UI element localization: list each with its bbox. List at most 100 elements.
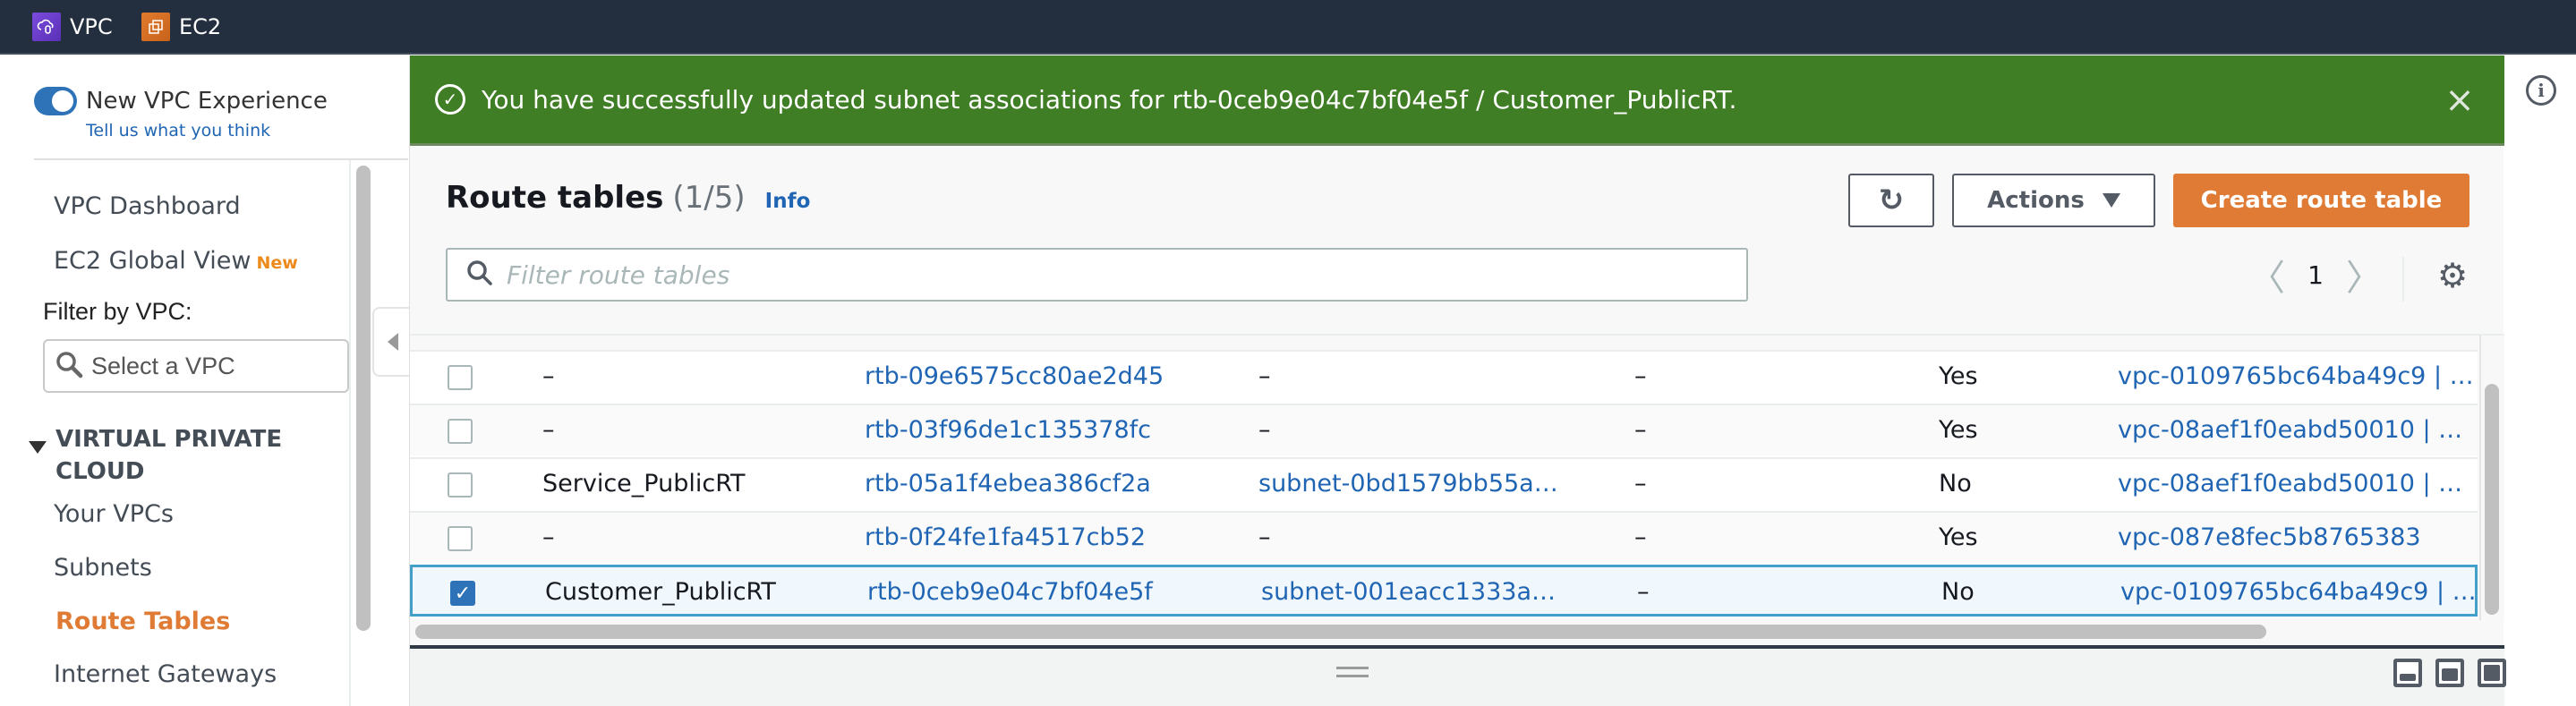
new-experience-toggle-row: New VPC Experience Tell us what you thin…: [34, 87, 328, 140]
row-checkbox[interactable]: ✓: [450, 581, 475, 606]
divider: [2402, 257, 2404, 302]
page-title: Route tables (1/5) Info: [446, 180, 810, 216]
cell-explicit-subnet[interactable]: subnet-0bd1579bb55a6...: [1258, 459, 1563, 509]
filter-by-vpc-label: Filter by VPC:: [43, 298, 192, 325]
vpc-filter-select[interactable]: Select a VPC: [43, 339, 349, 393]
cell-vpc[interactable]: vpc-0109765bc64ba49c9 | Cu...: [2120, 567, 2478, 617]
row-checkbox[interactable]: [448, 419, 473, 444]
resize-handle-icon[interactable]: [1336, 667, 1369, 677]
cell-name: –: [542, 523, 555, 551]
ec2-chip-icon: [141, 13, 170, 41]
cell-route-table-id[interactable]: rtb-0f24fe1fa4517cb52: [865, 513, 1232, 563]
vpc-filter-placeholder: Select a VPC: [91, 352, 235, 379]
feedback-link[interactable]: Tell us what you think: [86, 121, 328, 140]
caret-left-icon: [388, 333, 398, 351]
filter-input[interactable]: [507, 259, 1670, 290]
main-content: ✓ You have successfully updated subnet a…: [409, 55, 2506, 706]
sidebar-item-internet-gateways[interactable]: Internet Gateways: [54, 660, 277, 688]
row-checkbox[interactable]: [448, 472, 473, 498]
service-label: EC2: [179, 14, 222, 39]
split-bottom-small-icon[interactable]: [2393, 659, 2422, 687]
refresh-icon: ↻: [1878, 183, 1905, 218]
table-row[interactable]: Service_PublicRT rtb-05a1f4ebea386cf2a sub…: [410, 457, 2478, 509]
search-icon: [465, 259, 494, 292]
success-flashbar: ✓ You have successfully updated subnet a…: [410, 55, 2504, 146]
sidebar-item-your-vpcs[interactable]: Your VPCs: [54, 500, 174, 528]
previous-page-button[interactable]: 〈: [2245, 249, 2290, 301]
cell-main: Yes: [1939, 362, 1978, 390]
cell-name: –: [542, 362, 555, 390]
cell-vpc[interactable]: vpc-08aef1f0eabd50010 | Ser...: [2118, 459, 2476, 509]
divider: [349, 160, 351, 706]
split-bottom-medium-icon[interactable]: [2435, 659, 2464, 687]
service-shortcut-vpc[interactable]: VPC: [32, 13, 113, 41]
route-tables-table: – rtb-09e6575cc80ae2d45– – Yes vpc-0109765bc…: [410, 350, 2478, 618]
caret-down-icon: [2102, 193, 2120, 208]
collapse-sidebar-button[interactable]: [372, 307, 412, 377]
service-shortcut-ec2[interactable]: EC2: [141, 13, 221, 41]
split-panel: [410, 649, 2506, 706]
top-navigation: VPC EC2: [0, 0, 2576, 55]
cell-route-table-id[interactable]: rtb-0ceb9e04c7bf04e5f: [867, 567, 1234, 617]
cell-main: No: [1939, 470, 1972, 498]
cell-route-table-id[interactable]: rtb-09e6575cc80ae2d45: [865, 352, 1232, 402]
caret-down-icon: [29, 441, 47, 454]
cell-edge-associations: –: [1634, 416, 1647, 444]
cell-name: –: [542, 416, 555, 444]
sidebar-item-vpc-dashboard[interactable]: VPC Dashboard: [54, 192, 241, 220]
cell-main: Yes: [1939, 523, 1978, 551]
sidebar-scrollbar[interactable]: [356, 166, 371, 631]
success-check-icon: ✓: [435, 84, 465, 115]
vertical-scrollbar[interactable]: [2485, 384, 2499, 615]
cell-explicit-subnet[interactable]: subnet-001eacc1333a3...: [1261, 567, 1565, 617]
new-badge: New: [256, 253, 298, 273]
section-virtual-private-cloud[interactable]: VIRTUAL PRIVATE CLOUD: [29, 423, 324, 488]
title-text: Route tables: [446, 180, 664, 216]
horizontal-scrollbar[interactable]: [415, 625, 2266, 639]
table-row[interactable]: – rtb-09e6575cc80ae2d45– – Yes vpc-0109765bc…: [410, 350, 2478, 402]
new-vpc-experience-toggle[interactable]: [34, 87, 77, 115]
cell-edge-associations: –: [1634, 470, 1647, 498]
cell-explicit-subnet: –: [1258, 362, 1271, 390]
toggle-label: New VPC Experience: [86, 88, 328, 115]
close-icon[interactable]: ×: [2442, 82, 2478, 118]
gear-icon[interactable]: ⚙: [2435, 259, 2470, 294]
sidebar-item-subnets[interactable]: Subnets: [54, 554, 152, 582]
vpc-cloud-shield-icon: [32, 13, 61, 41]
table-row[interactable]: – rtb-0f24fe1fa4517cb52– – Yes vpc-087e8fec5…: [410, 511, 2478, 563]
create-route-table-button[interactable]: Create route table: [2173, 174, 2469, 227]
sidebar-item-ec2-global-view[interactable]: EC2 Global View New: [54, 247, 298, 275]
divider: [34, 158, 408, 160]
cell-main: Yes: [1939, 416, 1978, 444]
cell-name: Service_PublicRT: [542, 470, 746, 498]
service-label: VPC: [70, 14, 113, 39]
cell-vpc[interactable]: vpc-087e8fec5b8765383: [2118, 513, 2476, 563]
info-link[interactable]: Info: [765, 190, 811, 213]
pagination: 〈 1 〉: [2245, 249, 2386, 301]
row-checkbox[interactable]: [448, 365, 473, 390]
table-row[interactable]: – rtb-03f96de1c135378fc – – Yes vpc-08aef1f0e…: [410, 404, 2478, 455]
section-title: VIRTUAL PRIVATE CLOUD: [55, 426, 283, 485]
cell-vpc[interactable]: vpc-08aef1f0eabd50010 | Ser...: [2118, 405, 2476, 455]
refresh-button[interactable]: ↻: [1848, 174, 1934, 227]
cell-explicit-subnet: –: [1258, 523, 1271, 551]
sidebar-item-route-tables[interactable]: Route Tables: [55, 608, 230, 635]
divider: [410, 334, 2504, 336]
info-icon[interactable]: i: [2526, 75, 2556, 106]
flash-message: You have successfully updated subnet ass…: [482, 84, 1737, 115]
next-page-button[interactable]: 〉: [2341, 249, 2386, 301]
actions-dropdown-button[interactable]: Actions: [1952, 174, 2155, 227]
row-checkbox[interactable]: [448, 526, 473, 551]
cell-edge-associations: –: [1634, 362, 1647, 390]
sidebar: New VPC Experience Tell us what you thin…: [0, 55, 412, 706]
cell-vpc[interactable]: vpc-0109765bc64ba49c9 | Cu...: [2118, 352, 2476, 402]
cell-edge-associations: –: [1637, 578, 1650, 606]
filter-route-tables[interactable]: [446, 248, 1748, 302]
cell-route-table-id[interactable]: rtb-05a1f4ebea386cf2a: [865, 459, 1232, 509]
search-icon: [54, 349, 84, 384]
split-full-icon[interactable]: [2478, 659, 2506, 687]
cell-name: Customer_PublicRT: [545, 578, 776, 606]
cell-route-table-id[interactable]: rtb-03f96de1c135378fc: [865, 405, 1232, 455]
table-row[interactable]: ✓ Customer_PublicRT rtb-0ceb9e04c7bf04e5f s…: [410, 565, 2478, 617]
current-page[interactable]: 1: [2290, 260, 2341, 290]
